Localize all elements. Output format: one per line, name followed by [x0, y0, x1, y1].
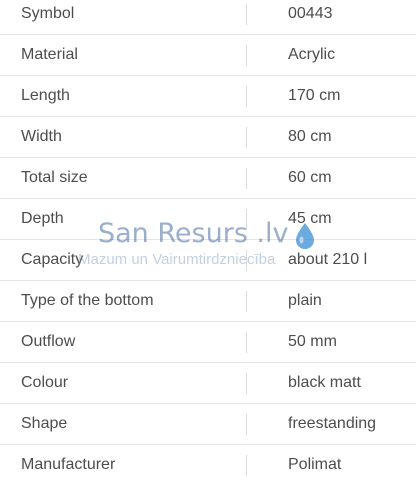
- spec-value: Polimat: [288, 456, 342, 473]
- column-divider: [246, 455, 247, 476]
- spec-label: Length: [21, 87, 70, 104]
- spec-label: Symbol: [21, 5, 75, 22]
- spec-value: about 210 l: [288, 251, 368, 268]
- spec-value: 60 cm: [288, 169, 332, 186]
- column-divider: [246, 127, 247, 148]
- spec-value: 00443: [288, 5, 333, 22]
- spec-label: Material: [21, 46, 78, 63]
- spec-row-width: Width 80 cm: [0, 117, 416, 158]
- spec-value: 50 mm: [288, 333, 337, 350]
- spec-value: black matt: [288, 374, 361, 391]
- spec-row-capacity: Capacity about 210 l: [0, 240, 416, 281]
- spec-value: 170 cm: [288, 87, 341, 104]
- spec-row-depth: Depth 45 cm: [0, 199, 416, 240]
- column-divider: [246, 4, 247, 25]
- column-divider: [246, 209, 247, 230]
- column-divider: [246, 373, 247, 394]
- spec-value: freestanding: [288, 415, 377, 432]
- column-divider: [246, 45, 247, 66]
- spec-label: Manufacturer: [21, 456, 116, 473]
- column-divider: [246, 414, 247, 435]
- spec-value: plain: [288, 292, 322, 309]
- spec-value: 45 cm: [288, 210, 332, 227]
- spec-value: Acrylic: [288, 46, 336, 63]
- column-divider: [246, 332, 247, 353]
- spec-row-total-size: Total size 60 cm: [0, 158, 416, 199]
- spec-row-colour: Colour black matt: [0, 363, 416, 404]
- spec-table: Symbol 00443 Material Acrylic Length 170…: [0, 0, 416, 485]
- spec-label: Capacity: [21, 251, 84, 268]
- spec-row-shape: Shape freestanding: [0, 404, 416, 445]
- column-divider: [246, 168, 247, 189]
- spec-row-outflow: Outflow 50 mm: [0, 322, 416, 363]
- spec-label: Width: [21, 128, 62, 145]
- spec-label: Colour: [21, 374, 69, 391]
- spec-row-material: Material Acrylic: [0, 35, 416, 76]
- column-divider: [246, 250, 247, 271]
- spec-row-symbol: Symbol 00443: [0, 0, 416, 35]
- spec-label: Outflow: [21, 333, 76, 350]
- spec-row-manufacturer: Manufacturer Polimat: [0, 445, 416, 485]
- spec-label: Type of the bottom: [21, 292, 154, 309]
- spec-label: Shape: [21, 415, 68, 432]
- column-divider: [246, 291, 247, 312]
- spec-row-bottom-type: Type of the bottom plain: [0, 281, 416, 322]
- spec-label: Total size: [21, 169, 88, 186]
- spec-label: Depth: [21, 210, 64, 227]
- spec-value: 80 cm: [288, 128, 332, 145]
- spec-row-length: Length 170 cm: [0, 76, 416, 117]
- column-divider: [246, 86, 247, 107]
